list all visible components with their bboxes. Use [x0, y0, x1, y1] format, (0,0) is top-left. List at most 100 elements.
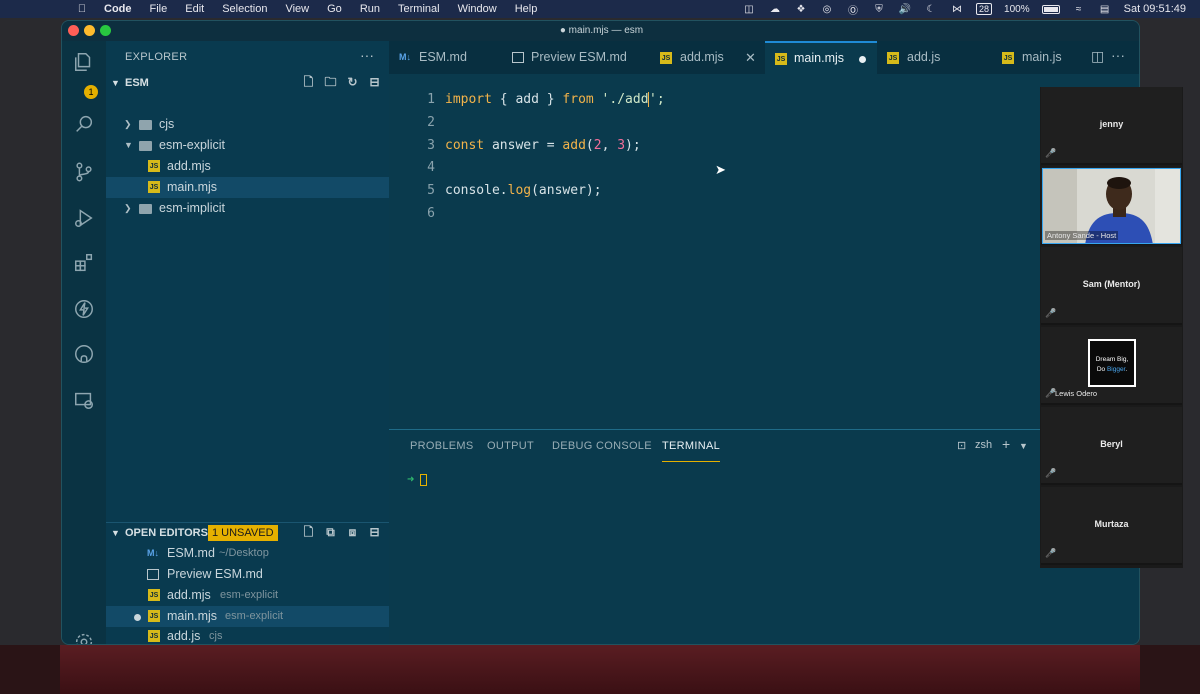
open-editor-main-mjs[interactable]: JS main.mjs esm-explicit: [106, 606, 389, 627]
muted-mic-icon: 🎤: [1045, 548, 1057, 558]
tree-file-main-mjs[interactable]: JS main.mjs: [106, 177, 389, 198]
menubar-clock[interactable]: Sat 09:51:49: [1124, 3, 1186, 15]
terminal-shell-name[interactable]: zsh: [975, 439, 992, 451]
menu-terminal[interactable]: Terminal: [398, 3, 440, 15]
calendar-day-badge[interactable]: 28: [976, 3, 993, 15]
open-editor-label: add.mjs: [167, 588, 211, 602]
wifi-icon[interactable]: ≈: [1072, 4, 1086, 15]
sidebar-toggle-icon[interactable]: ◫: [742, 4, 756, 15]
new-terminal-icon[interactable]: +: [1002, 436, 1010, 452]
terminal-prompt[interactable]: ➜: [407, 472, 428, 486]
extensions-icon[interactable]: [72, 252, 96, 276]
close-tab-icon[interactable]: ✕: [745, 41, 756, 74]
battery-percent: 100%: [1004, 3, 1030, 15]
panel-tab-problems[interactable]: PROBLEMS: [410, 430, 474, 462]
tab-esm-md[interactable]: M↓ ESM.md: [389, 41, 499, 74]
volume-icon[interactable]: 🔊: [898, 4, 912, 15]
new-untitled-file-icon[interactable]: 🗋: [301, 525, 316, 540]
panel-tab-terminal[interactable]: TERMINAL: [662, 430, 721, 462]
tab-preview-esm-md[interactable]: Preview ESM.md: [499, 41, 634, 74]
close-window-button[interactable]: [68, 25, 79, 36]
code-line-3[interactable]: const answer = add(2, 3);: [445, 138, 641, 153]
profile-picture: Dream Big, Do Bigger.: [1088, 339, 1136, 387]
line-number: 6: [427, 206, 435, 221]
workspace-section-header[interactable]: ▼ ESM 🗋 🗀 ↻ ⊟: [106, 73, 389, 93]
battery-icon[interactable]: [1041, 4, 1060, 14]
mouse-pointer-icon: ➤: [715, 163, 726, 178]
lightning-icon[interactable]: [72, 298, 96, 322]
menu-window[interactable]: Window: [458, 3, 497, 15]
new-file-icon[interactable]: 🗋: [301, 75, 316, 90]
dropbox-icon[interactable]: ❖: [794, 4, 808, 15]
menu-app-name[interactable]: Code: [104, 3, 132, 15]
run-debug-icon[interactable]: [72, 207, 96, 231]
open-editor-preview-esm-md[interactable]: Preview ESM.md: [106, 564, 389, 585]
tab-main-mjs[interactable]: JS main.mjs: [765, 41, 877, 74]
settings-gear-icon[interactable]: [72, 631, 96, 644]
participant-tile[interactable]: Sam (Mentor) 🎤: [1041, 247, 1182, 325]
remote-explorer-icon[interactable]: [72, 389, 96, 413]
refresh-icon[interactable]: ↻: [345, 75, 360, 90]
js-file-icon: JS: [148, 630, 160, 642]
open-editors-section-header[interactable]: ▼ OPEN EDITORS 1 UNSAVED 🗋 ⧉ ⧈ ⊟: [106, 522, 389, 542]
search-icon[interactable]: [72, 113, 96, 137]
panel-tab-debug-console[interactable]: DEBUG CONSOLE: [552, 430, 652, 462]
save-all-icon[interactable]: ⧉: [323, 525, 338, 540]
menu-view[interactable]: View: [285, 3, 309, 15]
menu-edit[interactable]: Edit: [185, 3, 204, 15]
open-editors-title: OPEN EDITORS: [125, 527, 208, 539]
open-editor-add-js[interactable]: JS add.js cjs: [106, 626, 389, 644]
zoom-window-button[interactable]: [100, 25, 111, 36]
moon-icon[interactable]: ☾: [924, 4, 938, 15]
unsaved-dot-icon[interactable]: [859, 56, 866, 63]
tree-folder-esm-implicit[interactable]: ❯ esm-implicit: [106, 198, 389, 219]
tab-main-js[interactable]: JS main.js: [990, 41, 1090, 74]
split-editor-icon[interactable]: ◫: [1091, 48, 1104, 65]
minimize-window-button[interactable]: [84, 25, 95, 36]
new-folder-icon[interactable]: 🗀: [323, 75, 338, 90]
close-all-icon[interactable]: ⧈: [345, 525, 360, 540]
menu-run[interactable]: Run: [360, 3, 380, 15]
github-icon[interactable]: [72, 343, 96, 367]
globe-icon[interactable]: ◎: [820, 4, 834, 15]
bluetooth-icon[interactable]: ⋈: [950, 4, 964, 15]
more-actions-icon[interactable]: ···: [1111, 47, 1125, 63]
panel-tab-output[interactable]: OUTPUT: [487, 430, 534, 462]
import-specifiers: { add }: [491, 92, 563, 107]
tree-folder-cjs[interactable]: ❯ cjs: [106, 114, 389, 135]
menu-file[interactable]: File: [150, 3, 168, 15]
code-editor[interactable]: 1 2 3 4 5 6 import { add } from './add';…: [389, 74, 1139, 429]
code-line-5[interactable]: console.log(answer);: [445, 183, 602, 198]
explorer-icon[interactable]: [72, 51, 96, 75]
menu-go[interactable]: Go: [327, 3, 342, 15]
tab-add-mjs[interactable]: JS add.mjs ✕: [652, 41, 765, 74]
code-line-1[interactable]: import { add } from './add';: [445, 92, 665, 107]
more-actions-icon[interactable]: ···: [360, 47, 374, 63]
participant-tile[interactable]: Beryl 🎤: [1041, 407, 1182, 485]
tree-folder-esm-explicit[interactable]: ▼ esm-explicit: [106, 135, 389, 156]
source-control-icon[interactable]: [72, 161, 96, 185]
control-center-icon[interactable]: ▤: [1098, 4, 1112, 15]
participant-tile[interactable]: Murtaza 🎤: [1041, 487, 1182, 565]
shield-icon[interactable]: ⛨: [872, 4, 886, 15]
tab-add-js[interactable]: JS add.js: [877, 41, 990, 74]
tree-file-add-mjs[interactable]: JS add.mjs: [106, 156, 389, 177]
chevron-down-icon[interactable]: ▼: [1019, 441, 1028, 451]
cloud-sync-icon[interactable]: ☁: [768, 4, 782, 15]
keyword-import: import: [445, 92, 492, 107]
open-editor-add-mjs[interactable]: JS add.mjs esm-explicit: [106, 585, 389, 606]
onepassword-icon[interactable]: Ⓞ: [846, 4, 860, 17]
participant-name: Murtaza: [1094, 519, 1129, 529]
menu-help[interactable]: Help: [515, 3, 538, 15]
menu-selection[interactable]: Selection: [222, 3, 267, 15]
chevron-right-icon: ❯: [124, 203, 132, 213]
editor-tab-bar: M↓ ESM.md Preview ESM.md JS add.mjs ✕ JS…: [389, 41, 1139, 74]
participant-tile[interactable]: jenny 🎤: [1041, 87, 1182, 165]
collapse-all-icon[interactable]: ⊟: [367, 525, 382, 540]
apple-icon[interactable]: : [74, 3, 90, 15]
open-editor-esm-md[interactable]: M↓ ESM.md ~/Desktop: [106, 543, 389, 564]
unsaved-dot-icon[interactable]: [134, 614, 141, 621]
participant-tile[interactable]: Dream Big, Do Bigger. 🎤 Lewis Odero: [1041, 327, 1182, 405]
collapse-all-icon[interactable]: ⊟: [367, 75, 382, 90]
participant-tile-host[interactable]: Antony Sande - Host: [1041, 167, 1182, 245]
